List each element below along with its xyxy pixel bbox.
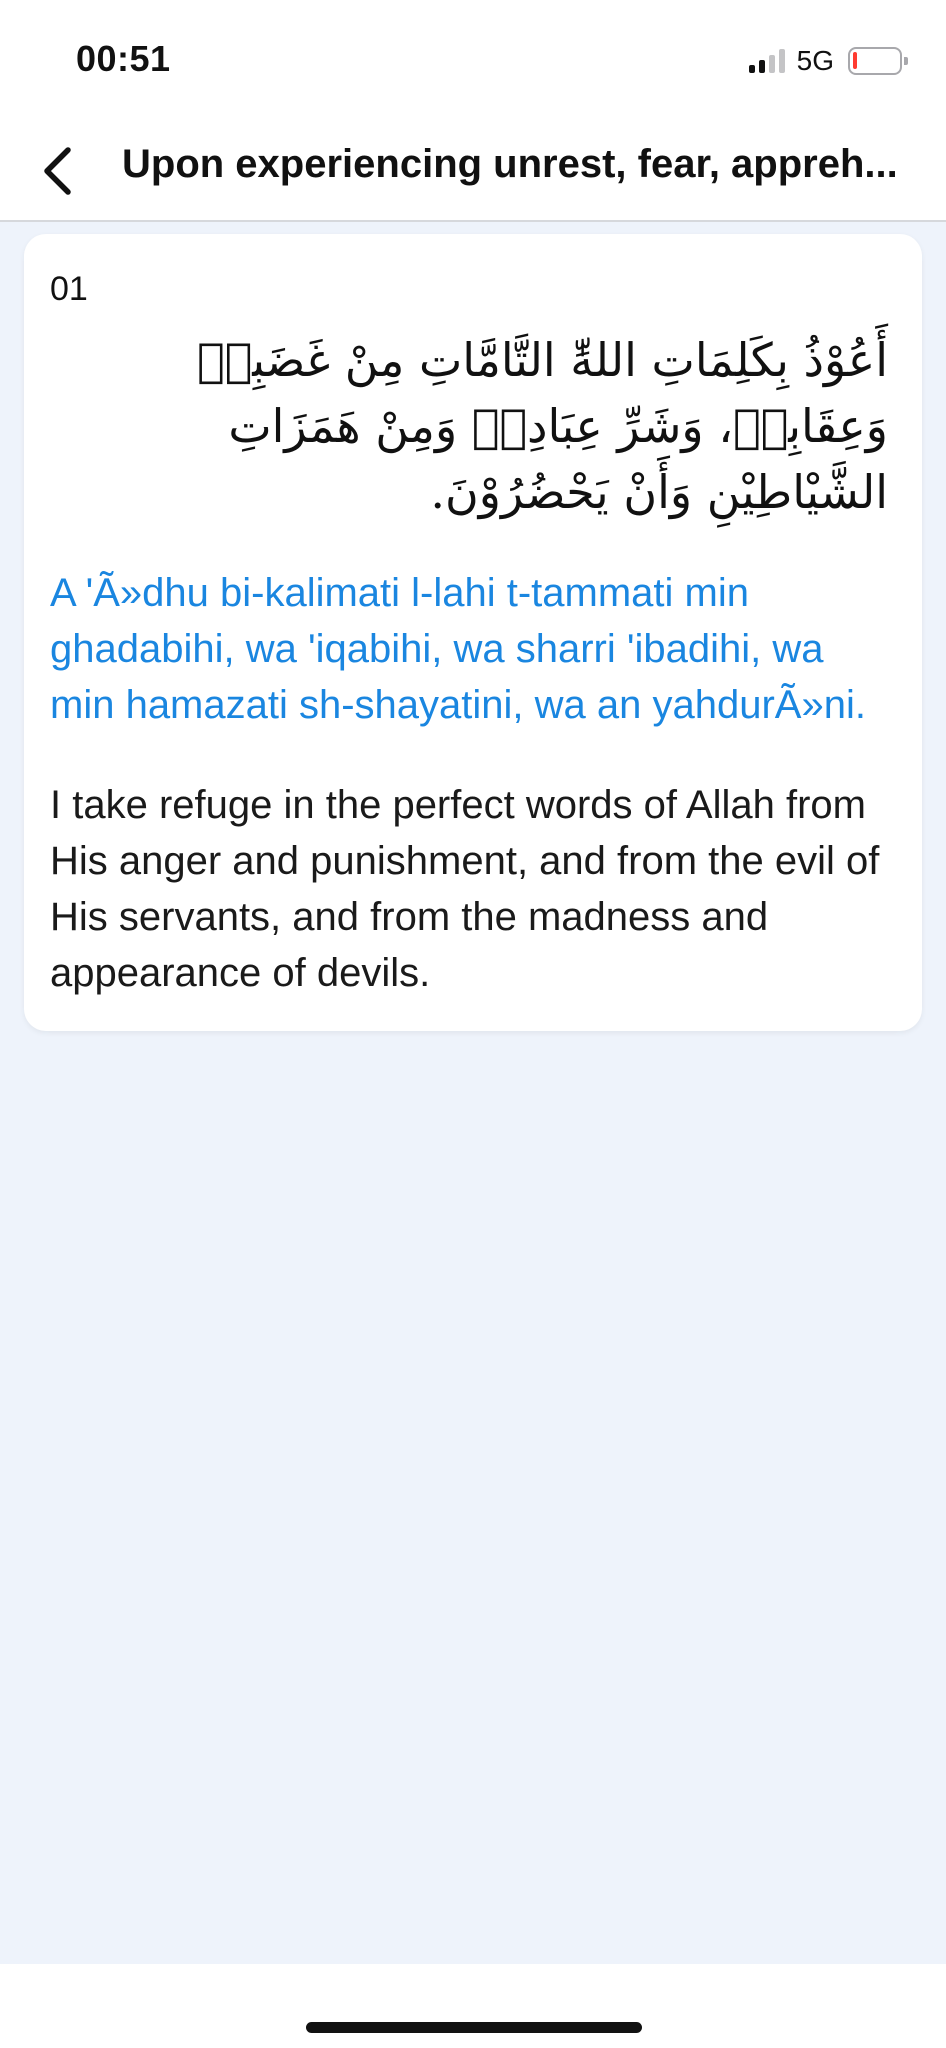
network-type: 5G [796,45,834,76]
dua-number: 01 [50,270,88,308]
navigation-bar: Upon experiencing unrest, fear, appreh..… [0,120,946,222]
arabic-text: أَعُوْذُ بِكَلِمَاتِ اللهِّٰ التَّامَّات… [197,333,888,519]
home-area [0,1964,946,2048]
home-indicator[interactable] [306,2022,642,2033]
chevron-left-icon [44,147,71,195]
page-title: Upon experiencing unrest, fear, appreh..… [122,142,898,186]
status-time: 00:51 [76,38,171,79]
battery-low-icon [848,47,908,75]
status-bar: 00:51 5G [0,0,946,120]
content-area[interactable]: 01 أَعُوْذُ بِكَلِمَاتِ اللهِّٰ التَّامَ… [0,222,946,1964]
dua-card[interactable]: 01 أَعُوْذُ بِكَلِمَاتِ اللهِّٰ التَّامَ… [24,234,922,1031]
translation-text: I take refuge in the perfect words of Al… [50,783,880,995]
transliteration-text: A 'Ã»dhu bi-kalimati l-lahi t-tammati mi… [50,571,866,727]
back-button[interactable] [22,136,92,206]
status-indicators: 5G [748,44,908,78]
cellular-signal-icon [748,49,785,73]
